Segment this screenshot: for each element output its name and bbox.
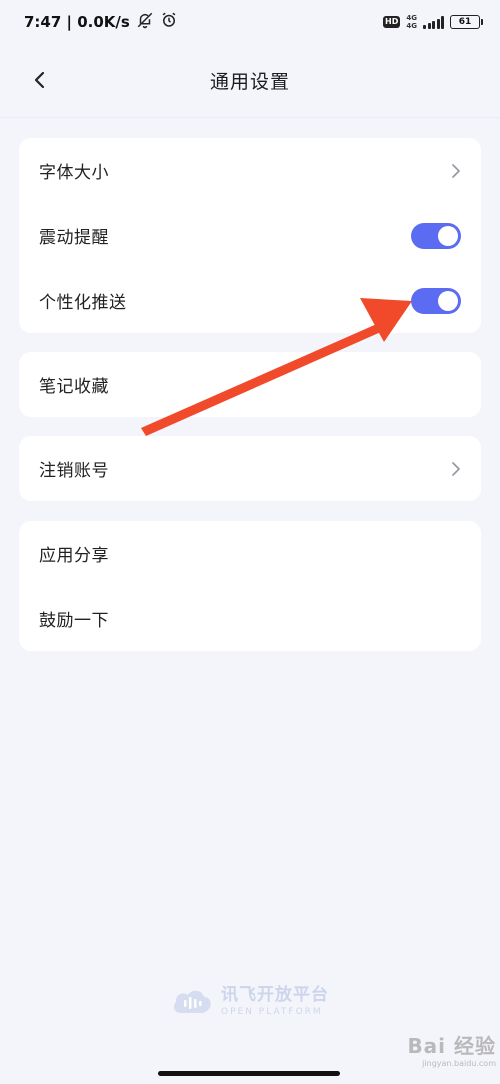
setting-row-delete-account[interactable]: 注销账号 <box>19 436 481 501</box>
home-indicator[interactable] <box>158 1071 340 1076</box>
battery-level: 61 <box>458 17 472 27</box>
personalized-push-toggle[interactable] <box>411 287 461 314</box>
settings-card-account: 注销账号 <box>19 436 481 501</box>
setting-label: 鼓励一下 <box>39 611 109 631</box>
settings-card-notes: 笔记收藏 <box>19 352 481 417</box>
network-type: 4G 4G <box>406 14 417 30</box>
hd-badge: HD <box>383 16 401 28</box>
nav-bar: 通用设置 <box>0 44 500 118</box>
status-bar: 7:47 | 0.0K/s HD 4G 4G 61 <box>0 0 500 44</box>
setting-row-encourage[interactable]: 鼓励一下 <box>19 586 481 651</box>
setting-row-note-favorites[interactable]: 笔记收藏 <box>19 352 481 417</box>
setting-row-font-size[interactable]: 字体大小 <box>19 138 481 203</box>
setting-label: 震动提醒 <box>39 228 109 248</box>
watermark-sub: jingyan.baidu.com <box>422 1059 496 1068</box>
setting-label: 笔记收藏 <box>39 377 109 397</box>
battery-icon: 61 <box>450 15 483 29</box>
brand-name-cn: 讯飞开放平台 <box>221 985 329 1005</box>
back-button[interactable] <box>22 62 58 98</box>
chevron-right-icon <box>452 461 460 476</box>
signal-icon <box>423 15 444 29</box>
alarm-icon <box>160 11 178 33</box>
network-type-bottom: 4G <box>406 22 417 30</box>
setting-row-personalized-push: 个性化推送 <box>19 268 481 333</box>
footer-logo: 讯飞开放平台 OPEN PLATFORM <box>171 982 329 1022</box>
vibration-toggle[interactable] <box>411 222 461 249</box>
status-right: HD 4G 4G 61 <box>383 14 483 30</box>
toggle-knob <box>438 290 458 311</box>
settings-card-share: 应用分享 鼓励一下 <box>19 521 481 651</box>
chevron-left-icon <box>34 71 45 89</box>
brand-name-en: OPEN PLATFORM <box>221 1007 323 1017</box>
setting-row-share-app[interactable]: 应用分享 <box>19 521 481 586</box>
baidu-watermark: Bai 经验 jingyan.baidu.com <box>356 1030 496 1080</box>
chevron-right-icon <box>452 163 460 178</box>
setting-label: 字体大小 <box>39 163 109 183</box>
setting-label: 个性化推送 <box>39 293 127 313</box>
bell-muted-icon <box>136 11 154 33</box>
setting-label: 应用分享 <box>39 546 109 566</box>
watermark-main: Bai 经验 <box>407 1034 496 1058</box>
page-title: 通用设置 <box>209 71 290 93</box>
setting-label: 注销账号 <box>39 461 109 481</box>
network-type-top: 4G <box>406 14 417 22</box>
toggle-knob <box>438 225 458 246</box>
settings-card-general: 字体大小 震动提醒 个性化推送 <box>19 138 481 333</box>
status-time-speed: 7:47 | 0.0K/s <box>24 13 130 31</box>
voice-cloud-icon <box>173 990 211 1013</box>
setting-row-vibration: 震动提醒 <box>19 203 481 268</box>
status-left: 7:47 | 0.0K/s <box>24 11 178 33</box>
brand-text: 讯飞开放平台 OPEN PLATFORM <box>221 987 329 1017</box>
